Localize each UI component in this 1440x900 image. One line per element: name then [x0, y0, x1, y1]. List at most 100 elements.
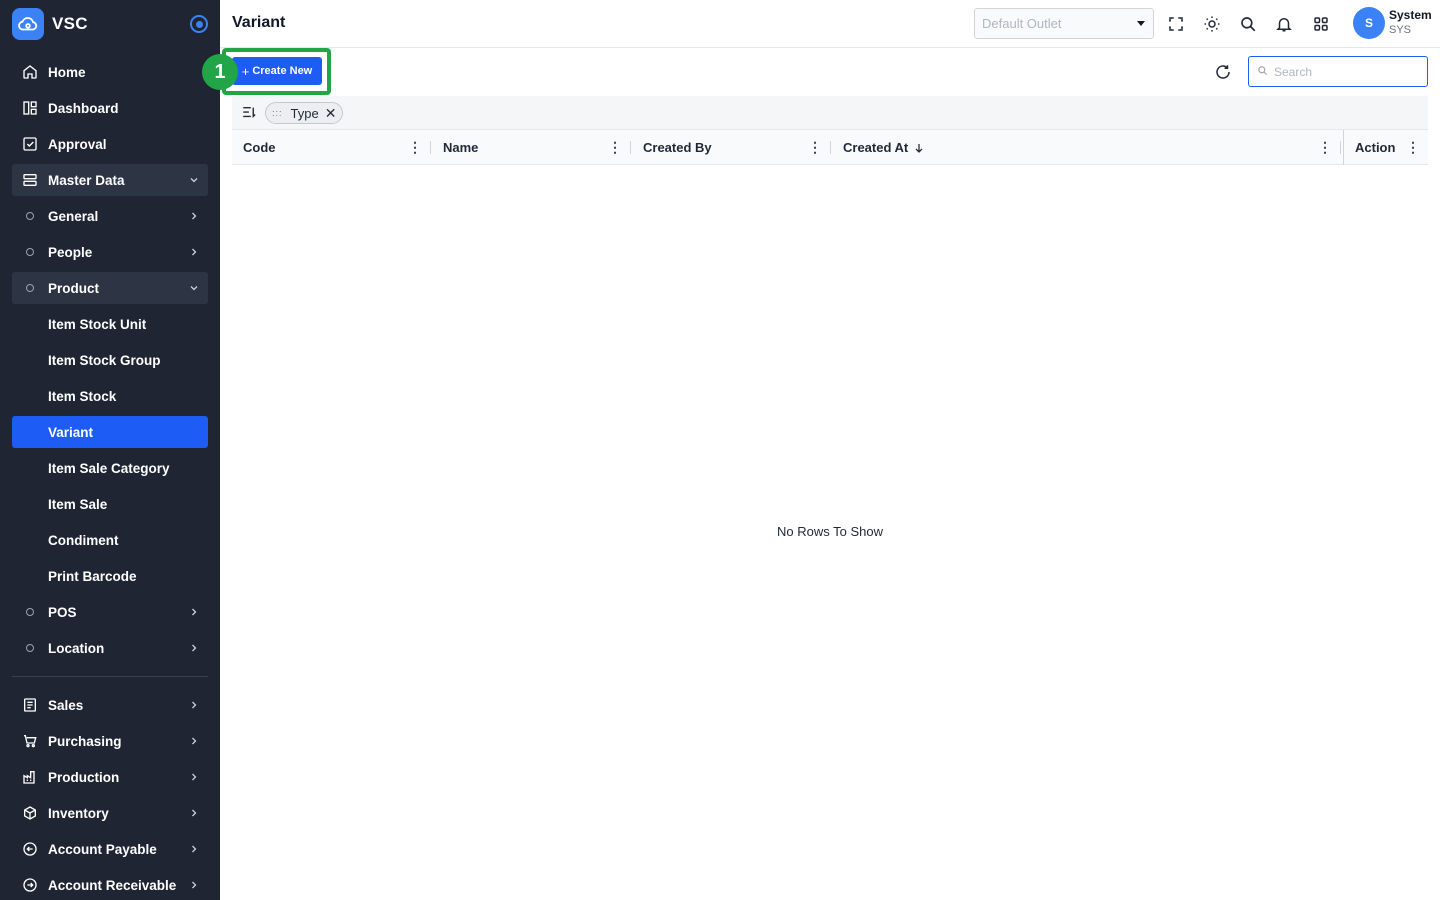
- column-header-name[interactable]: Name ⋮: [432, 130, 630, 165]
- create-new-button[interactable]: + Create New: [232, 57, 322, 85]
- chevron-right-icon: [180, 642, 208, 654]
- sidebar-item-print-barcode[interactable]: Print Barcode: [12, 560, 208, 592]
- sidebar-item-dashboard[interactable]: Dashboard: [12, 92, 208, 124]
- search-icon[interactable]: [1236, 12, 1260, 36]
- column-separator[interactable]: [430, 141, 431, 154]
- column-menu-icon[interactable]: ⋮: [1318, 140, 1332, 154]
- column-separator[interactable]: [1340, 141, 1341, 154]
- sidebar-item-label: Purchasing: [48, 733, 122, 749]
- circle-icon: [12, 248, 48, 256]
- sidebar: VSC Home Dashboard Approval Master Data …: [0, 0, 220, 900]
- sidebar-item-purchasing[interactable]: Purchasing: [12, 725, 208, 757]
- column-menu-icon[interactable]: ⋮: [608, 140, 622, 154]
- create-new-label: Create New: [252, 65, 313, 77]
- sort-descending-icon[interactable]: [913, 142, 925, 154]
- sidebar-item-product[interactable]: Product: [12, 272, 208, 304]
- sidebar-item-item-sale-category[interactable]: Item Sale Category: [12, 452, 208, 484]
- arrow-left-circle-icon: [12, 841, 48, 857]
- column-menu-icon[interactable]: ⋮: [808, 140, 822, 154]
- sidebar-item-variant[interactable]: Variant: [12, 416, 208, 448]
- cloud-logo-icon: [12, 8, 44, 40]
- column-menu-icon[interactable]: ⋮: [1406, 140, 1420, 154]
- sidebar-item-label: Sales: [48, 697, 84, 713]
- sidebar-item-item-stock[interactable]: Item Stock: [12, 380, 208, 412]
- sidebar-item-approval[interactable]: Approval: [12, 128, 208, 160]
- circle-icon: [12, 608, 48, 616]
- search-input[interactable]: [1248, 56, 1428, 87]
- sidebar-item-item-stock-unit[interactable]: Item Stock Unit: [12, 308, 208, 340]
- search-field[interactable]: [1274, 64, 1424, 79]
- bell-icon[interactable]: [1272, 12, 1296, 36]
- user-name: System: [1389, 8, 1432, 22]
- box-icon: [12, 805, 48, 821]
- column-header-created-at[interactable]: Created At ⋮: [832, 130, 1340, 165]
- sidebar-item-label: Item Sale: [48, 496, 108, 512]
- sidebar-item-label: POS: [48, 604, 77, 620]
- sidebar-item-label: Item Sale Category: [48, 460, 170, 476]
- sun-icon[interactable]: [1200, 12, 1224, 36]
- group-chip-type[interactable]: ::: Type ✕: [265, 102, 344, 124]
- sidebar-item-production[interactable]: Production: [12, 761, 208, 793]
- page-title: Variant: [232, 14, 286, 31]
- sidebar-item-master-data[interactable]: Master Data: [12, 164, 208, 196]
- drag-handle-icon[interactable]: :::: [272, 108, 283, 118]
- caret-down-icon: [1137, 21, 1145, 26]
- sidebar-item-label: Item Stock: [48, 388, 117, 404]
- group-rows-icon: [242, 105, 257, 124]
- avatar[interactable]: S: [1353, 7, 1385, 39]
- approval-icon: [12, 136, 48, 152]
- plus-icon: +: [241, 63, 250, 79]
- apps-grid-icon[interactable]: [1309, 12, 1333, 36]
- sidebar-item-people[interactable]: People: [12, 236, 208, 268]
- column-label: Name: [443, 140, 479, 155]
- sidebar-item-label: Approval: [48, 136, 107, 152]
- row-group-bar: ::: Type ✕: [232, 96, 1428, 130]
- sidebar-item-label: Account Receivable: [48, 877, 177, 893]
- column-header-action[interactable]: Action ⋮: [1343, 130, 1428, 165]
- home-icon: [12, 64, 48, 80]
- sidebar-item-label: Print Barcode: [48, 568, 137, 584]
- user-code: SYS: [1389, 24, 1412, 36]
- sidebar-item-sales[interactable]: Sales: [12, 689, 208, 721]
- column-separator[interactable]: [630, 141, 631, 154]
- sidebar-item-home[interactable]: Home: [12, 56, 208, 88]
- column-menu-icon[interactable]: ⋮: [408, 140, 422, 154]
- column-separator[interactable]: [830, 141, 831, 154]
- sidebar-item-label: Account Payable: [48, 841, 157, 857]
- sidebar-item-item-stock-group[interactable]: Item Stock Group: [12, 344, 208, 376]
- refresh-icon[interactable]: [1212, 61, 1234, 83]
- sidebar-item-account-payable[interactable]: Account Payable: [12, 833, 208, 865]
- sidebar-item-inventory[interactable]: Inventory: [12, 797, 208, 829]
- column-header-created-by[interactable]: Created By ⋮: [632, 130, 830, 165]
- sidebar-item-condiment[interactable]: Condiment: [12, 524, 208, 556]
- brand-name: VSC: [52, 14, 88, 33]
- sidebar-item-label: Inventory: [48, 805, 109, 821]
- sidebar-item-label: Variant: [48, 424, 94, 440]
- sidebar-item-pos[interactable]: POS: [12, 596, 208, 628]
- sidebar-item-item-sale[interactable]: Item Sale: [12, 488, 208, 520]
- sidebar-item-label: Item Stock Unit: [48, 316, 147, 332]
- sidebar-item-account-receivable[interactable]: Account Receivable: [12, 869, 208, 900]
- sidebar-item-label: Condiment: [48, 532, 119, 548]
- sidebar-item-location[interactable]: Location: [12, 632, 208, 664]
- sidebar-toggle-icon[interactable]: [190, 15, 208, 33]
- dashboard-icon: [12, 100, 48, 116]
- brand: VSC: [12, 8, 208, 40]
- column-header-code[interactable]: Code ⋮: [232, 130, 430, 165]
- outlet-select[interactable]: Default Outlet: [974, 8, 1154, 39]
- sidebar-item-general[interactable]: General: [12, 200, 208, 232]
- fullscreen-icon[interactable]: [1164, 12, 1188, 36]
- circle-icon: [12, 644, 48, 652]
- close-icon[interactable]: ✕: [325, 106, 337, 120]
- chevron-right-icon: [180, 843, 208, 855]
- column-label: Code: [243, 140, 276, 155]
- sidebar-item-label: Location: [48, 640, 105, 656]
- database-icon: [12, 172, 48, 188]
- search-icon: [1257, 63, 1268, 81]
- step-badge: 1: [202, 54, 238, 90]
- chevron-right-icon: [180, 606, 208, 618]
- chevron-right-icon: [180, 699, 208, 711]
- top-header: Variant Default Outlet S System SYS: [220, 0, 1440, 48]
- group-chip-label: Type: [290, 105, 319, 121]
- sidebar-divider: [12, 676, 208, 677]
